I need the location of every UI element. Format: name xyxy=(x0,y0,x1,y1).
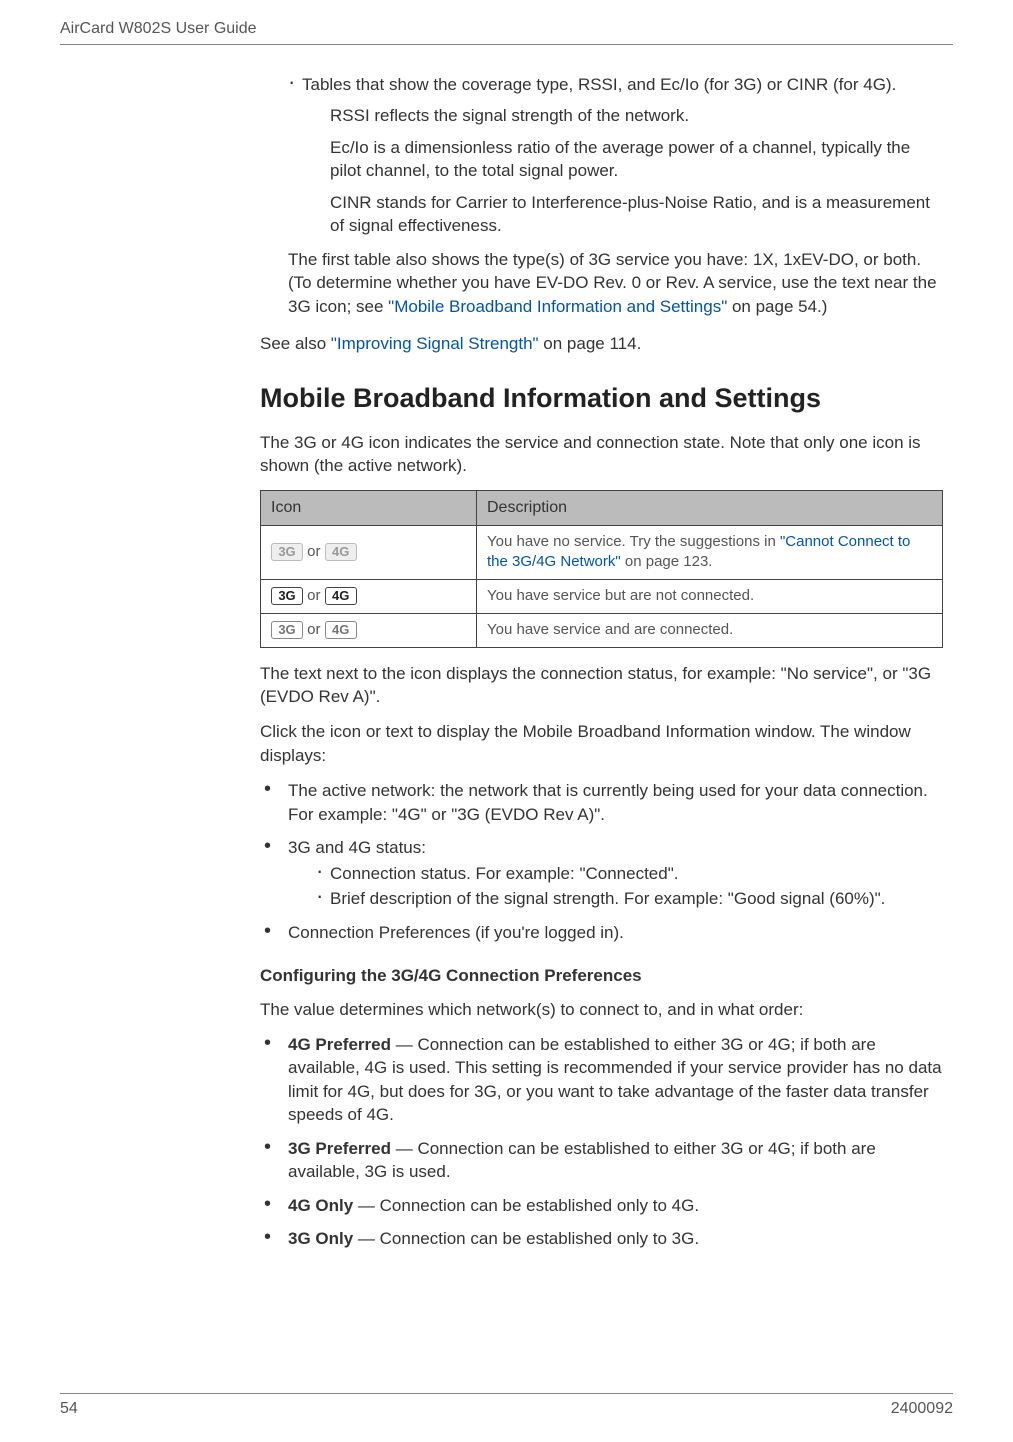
sub-bullet-signal-desc: Brief description of the signal strength… xyxy=(316,887,943,910)
table-head-icon: Icon xyxy=(261,490,477,525)
desc-cell-not-connected: You have service but are not connected. xyxy=(477,580,943,614)
table-row: 3G or 4G You have service but are not co… xyxy=(261,580,943,614)
desc-cell-no-service: You have no service. Try the suggestions… xyxy=(477,525,943,579)
table-head-desc: Description xyxy=(477,490,943,525)
see-also-pre: See also xyxy=(260,334,331,353)
config-label: 3G Preferred xyxy=(288,1139,391,1158)
table-row: 3G or 4G You have service and are connec… xyxy=(261,613,943,647)
intro-inner-3: CINR stands for Carrier to Interference-… xyxy=(330,191,943,238)
config-text: — Connection can be established only to … xyxy=(353,1229,699,1248)
icon-cell-connected: 3G or 4G xyxy=(261,613,477,647)
icon-cell-not-connected: 3G or 4G xyxy=(261,580,477,614)
icon-or-text: or xyxy=(303,543,325,560)
intro-sub-bullet: Tables that show the coverage type, RSSI… xyxy=(288,73,943,96)
config-text: — Connection can be established only to … xyxy=(353,1196,699,1215)
page-number: 54 xyxy=(60,1400,78,1418)
intro-inner-1: RSSI reflects the signal strength of the… xyxy=(330,104,943,127)
footer: 54 2400092 xyxy=(60,1393,953,1418)
config-label: 3G Only xyxy=(288,1229,353,1248)
header-title: AirCard W802S User Guide xyxy=(60,0,953,44)
intro-inner-2: Ec/Io is a dimensionless ratio of the av… xyxy=(330,136,943,183)
config-label: 4G Preferred xyxy=(288,1035,391,1054)
config-item-3g-only: 3G Only — Connection can be established … xyxy=(260,1227,943,1250)
4g-icon: 4G xyxy=(325,621,357,639)
3g-icon: 3G xyxy=(271,621,303,639)
4g-icon: 4G xyxy=(325,587,357,605)
desc-post: on page 123. xyxy=(621,553,713,570)
config-item-4g-preferred: 4G Preferred — Connection can be establi… xyxy=(260,1033,943,1127)
icon-table: Icon Description 3G or 4G You have no se… xyxy=(260,490,943,648)
doc-number: 2400092 xyxy=(891,1400,953,1418)
icon-or-text: or xyxy=(303,587,325,604)
main-content: Tables that show the coverage type, RSSI… xyxy=(260,73,943,1251)
header-rule xyxy=(60,44,953,45)
after-table-2: Click the icon or text to display the Mo… xyxy=(260,720,943,767)
bullet-status-text: 3G and 4G status: xyxy=(288,838,426,857)
bullet-conn-prefs: Connection Preferences (if you're logged… xyxy=(260,921,943,944)
link-improving-signal[interactable]: "Improving Signal Strength" xyxy=(331,334,539,353)
desc-pre: You have no service. Try the suggestions… xyxy=(487,533,780,550)
config-lead: The value determines which network(s) to… xyxy=(260,998,943,1021)
desc-cell-connected: You have service and are connected. xyxy=(477,613,943,647)
intro-after-bullet: The first table also shows the type(s) o… xyxy=(288,248,943,318)
see-also: See also "Improving Signal Strength" on … xyxy=(260,332,943,355)
3g-icon: 3G xyxy=(271,587,303,605)
see-also-post: on page 114. xyxy=(539,334,642,353)
4g-icon: 4G xyxy=(325,543,357,561)
intro-after-bullet-post: on page 54.) xyxy=(727,297,827,316)
table-header-row: Icon Description xyxy=(261,490,943,525)
config-heading: Configuring the 3G/4G Connection Prefere… xyxy=(260,964,943,987)
icon-cell-no-service: 3G or 4G xyxy=(261,525,477,579)
bullet-active-network: The active network: the network that is … xyxy=(260,779,943,826)
link-mobile-broadband[interactable]: "Mobile Broadband Information and Settin… xyxy=(388,297,727,316)
sub-bullet-conn-status: Connection status. For example: "Connect… xyxy=(316,862,943,885)
3g-icon: 3G xyxy=(271,543,303,561)
bullet-status: 3G and 4G status: Connection status. For… xyxy=(260,836,943,910)
after-table-1: The text next to the icon displays the c… xyxy=(260,662,943,709)
config-item-3g-preferred: 3G Preferred — Connection can be establi… xyxy=(260,1137,943,1184)
section-title: Mobile Broadband Information and Setting… xyxy=(260,380,943,417)
section-lead: The 3G or 4G icon indicates the service … xyxy=(260,431,943,478)
config-label: 4G Only xyxy=(288,1196,353,1215)
config-item-4g-only: 4G Only — Connection can be established … xyxy=(260,1194,943,1217)
table-row: 3G or 4G You have no service. Try the su… xyxy=(261,525,943,579)
icon-or-text: or xyxy=(303,621,325,638)
